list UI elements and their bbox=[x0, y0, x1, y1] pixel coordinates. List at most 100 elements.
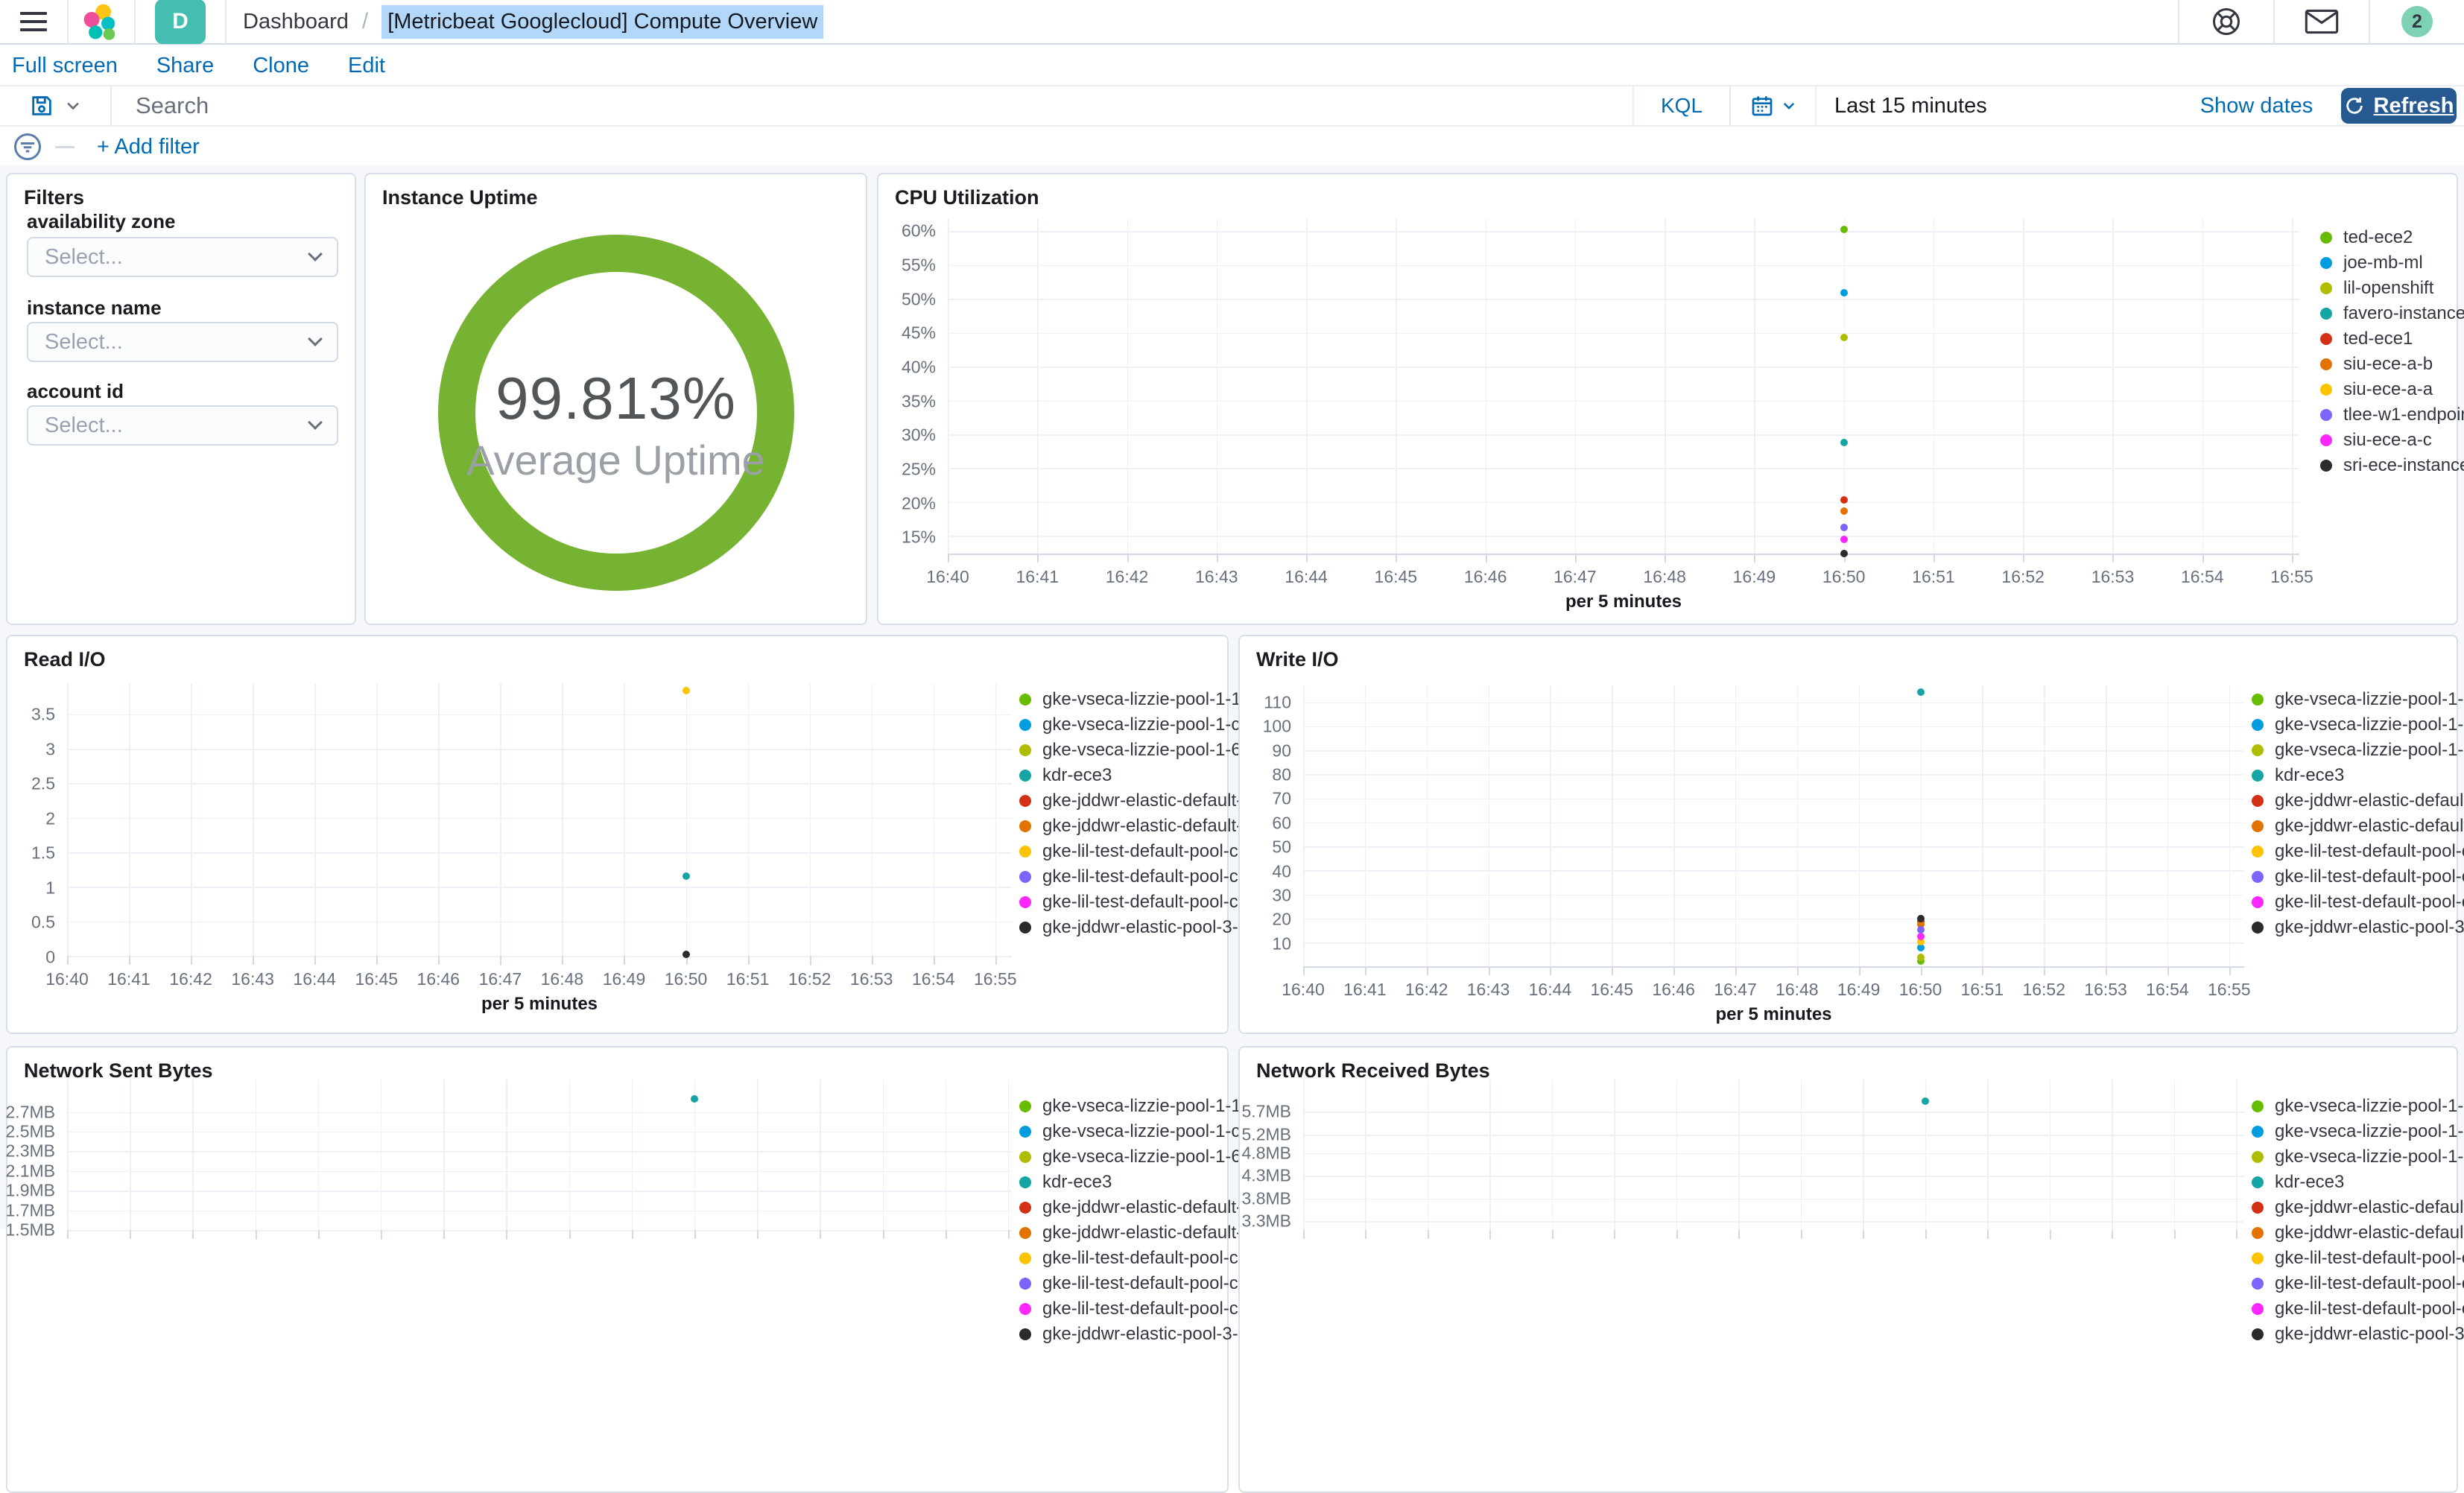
legend-item-gke-vseca-lizzie-pool-1-c417...[interactable]: gke-vseca-lizzie-pool-1-c417... bbox=[2252, 1119, 2464, 1144]
legend-item-gke-lil-test-default-pool-c1e...[interactable]: gke-lil-test-default-pool-c1e... bbox=[1019, 1296, 1273, 1322]
legend-item-gke-jddwr-elastic-default-po...[interactable]: gke-jddwr-elastic-default-po... bbox=[2252, 1220, 2464, 1246]
clone-link[interactable]: Clone bbox=[253, 54, 309, 78]
legend-item-gke-jddwr-elastic-default-po...[interactable]: gke-jddwr-elastic-default-po... bbox=[1019, 1195, 1277, 1220]
edit-link[interactable]: Edit bbox=[348, 54, 385, 78]
legend-item-gke-jddwr-elastic-default-po...[interactable]: gke-jddwr-elastic-default-po... bbox=[1019, 788, 1277, 814]
legend-item-siu-ece-a-c[interactable]: siu-ece-a-c bbox=[2320, 428, 2454, 453]
data-point-kdr-ece3[interactable] bbox=[1916, 688, 1925, 697]
legend-item-gke-lil-test-default-pool-c1e...[interactable]: gke-lil-test-default-pool-c1e... bbox=[1019, 890, 1273, 915]
legend-item-gke-jddwr-elastic-pool-3-74...[interactable]: gke-jddwr-elastic-pool-3-74... bbox=[1019, 915, 1273, 940]
legend-item-gke-vseca-lizzie-pool-1-c417...[interactable]: gke-vseca-lizzie-pool-1-c417... bbox=[2252, 712, 2464, 738]
legend-item-gke-vseca-lizzie-pool-1-1877...[interactable]: gke-vseca-lizzie-pool-1-1877... bbox=[2252, 687, 2464, 712]
legend-item-gke-lil-test-default-pool-c1e...[interactable]: gke-lil-test-default-pool-c1e... bbox=[1019, 1271, 1273, 1296]
data-point-kdr-ece3[interactable] bbox=[682, 872, 690, 881]
legend-item-gke-vseca-lizzie-pool-1-630...[interactable]: gke-vseca-lizzie-pool-1-630... bbox=[1019, 738, 1276, 763]
account-id-select[interactable]: Select... bbox=[27, 405, 338, 446]
legend-item-siu-ece-a-a[interactable]: siu-ece-a-a bbox=[2320, 377, 2454, 402]
plot-area[interactable] bbox=[1303, 1080, 2244, 1239]
saved-query-menu-button[interactable] bbox=[0, 86, 112, 125]
add-filter-button[interactable]: + Add filter bbox=[97, 135, 200, 159]
data-point-ted-ece1[interactable] bbox=[1840, 496, 1848, 504]
data-point-ted-ece2[interactable] bbox=[1840, 226, 1848, 234]
legend-label: siu-ece-a-c bbox=[2343, 430, 2432, 450]
data-point-gke-jddwr-elastic-pool-3-74...[interactable] bbox=[682, 951, 690, 959]
legend-item-kdr-ece3[interactable]: kdr-ece3 bbox=[1019, 763, 1224, 788]
legend-item-gke-lil-test-default-pool-c1e...[interactable]: gke-lil-test-default-pool-c1e... bbox=[2252, 1271, 2464, 1296]
data-point-kdr-ece3[interactable] bbox=[690, 1095, 698, 1103]
user-avatar[interactable]: 2 bbox=[2369, 0, 2464, 44]
legend-item-tlee-w1-endpoint[interactable]: tlee-w1-endpoint bbox=[2320, 402, 2464, 428]
legend-item-gke-jddwr-elastic-default-po...[interactable]: gke-jddwr-elastic-default-po... bbox=[2252, 1195, 2464, 1220]
time-range-value[interactable]: Last 15 minutes bbox=[1817, 94, 1987, 118]
plot-area[interactable] bbox=[67, 683, 1012, 965]
legend-item-gke-lil-test-default-pool-c1e...[interactable]: gke-lil-test-default-pool-c1e... bbox=[1019, 864, 1273, 890]
legend-item-gke-vseca-lizzie-pool-1-1877...[interactable]: gke-vseca-lizzie-pool-1-1877... bbox=[1019, 687, 1286, 712]
legend-item-gke-lil-test-default-pool-c1e...[interactable]: gke-lil-test-default-pool-c1e... bbox=[2252, 864, 2464, 890]
show-dates-button[interactable]: Show dates bbox=[2176, 86, 2337, 125]
legend-item-kdr-ece3[interactable]: kdr-ece3 bbox=[2252, 1170, 2454, 1195]
breadcrumb-dashboard[interactable]: Dashboard bbox=[243, 10, 349, 34]
legend-item-ted-ece1[interactable]: ted-ece1 bbox=[2320, 326, 2454, 352]
data-point-tlee-w1-endpoint[interactable] bbox=[1840, 524, 1848, 532]
data-point-gke-lil-test-default-pool-c1e...[interactable] bbox=[682, 687, 690, 695]
query-language-button[interactable]: KQL bbox=[1632, 86, 1729, 125]
plot-area[interactable] bbox=[1303, 685, 2244, 975]
elastic-logo-icon[interactable] bbox=[69, 0, 134, 44]
search-input[interactable]: Search bbox=[112, 86, 1632, 125]
legend-item-gke-jddwr-elastic-default-po...[interactable]: gke-jddwr-elastic-default-po... bbox=[1019, 1220, 1277, 1246]
full-screen-link[interactable]: Full screen bbox=[12, 54, 118, 78]
legend-item-gke-lil-test-default-pool-c1e...[interactable]: gke-lil-test-default-pool-c1e... bbox=[2252, 839, 2464, 864]
data-point-siu-ece-a-c[interactable] bbox=[1840, 535, 1848, 543]
data-point-gke-jddwr-elastic-pool-3-74...[interactable] bbox=[1916, 914, 1925, 922]
data-point-gke-vseca-lizzie-pool-1-630...[interactable] bbox=[1916, 953, 1925, 961]
legend-item-gke-vseca-lizzie-pool-1-1877...[interactable]: gke-vseca-lizzie-pool-1-1877... bbox=[2252, 1094, 2464, 1119]
legend-item-lil-openshift[interactable]: lil-openshift bbox=[2320, 276, 2454, 301]
legend-item-gke-vseca-lizzie-pool-1-c417...[interactable]: gke-vseca-lizzie-pool-1-c417... bbox=[1019, 1119, 1285, 1144]
data-point-favero-instance[interactable] bbox=[1840, 438, 1848, 446]
legend-item-gke-jddwr-elastic-default-po...[interactable]: gke-jddwr-elastic-default-po... bbox=[1019, 814, 1277, 839]
legend-item-gke-lil-test-default-pool-c1e...[interactable]: gke-lil-test-default-pool-c1e... bbox=[1019, 839, 1273, 864]
legend-item-joe-mb-ml[interactable]: joe-mb-ml bbox=[2320, 250, 2454, 276]
legend-item-sri-ece-instance[interactable]: sri-ece-instance bbox=[2320, 453, 2464, 478]
legend-item-gke-vseca-lizzie-pool-1-630...[interactable]: gke-vseca-lizzie-pool-1-630... bbox=[2252, 1144, 2464, 1170]
legend-item-gke-vseca-lizzie-pool-1-630...[interactable]: gke-vseca-lizzie-pool-1-630... bbox=[2252, 738, 2464, 763]
data-point-gke-lil-test-default-pool-c1e...[interactable] bbox=[1916, 932, 1925, 940]
share-link[interactable]: Share bbox=[156, 54, 214, 78]
instance-name-select[interactable]: Select... bbox=[27, 322, 338, 362]
refresh-button[interactable]: Refresh bbox=[2341, 88, 2457, 124]
x-tick-mark bbox=[1735, 966, 1737, 975]
v-gridline bbox=[1426, 685, 1428, 966]
availability-zone-select[interactable]: Select... bbox=[27, 237, 338, 277]
calendar-menu-button[interactable] bbox=[1731, 86, 1817, 125]
legend-item-gke-lil-test-default-pool-c1e...[interactable]: gke-lil-test-default-pool-c1e... bbox=[2252, 890, 2464, 915]
legend-item-gke-lil-test-default-pool-c1e...[interactable]: gke-lil-test-default-pool-c1e... bbox=[2252, 1246, 2464, 1271]
legend-item-gke-jddwr-elastic-pool-3-74...[interactable]: gke-jddwr-elastic-pool-3-74... bbox=[1019, 1322, 1273, 1347]
legend-item-gke-jddwr-elastic-pool-3-74...[interactable]: gke-jddwr-elastic-pool-3-74... bbox=[2252, 1322, 2464, 1347]
legend-item-gke-lil-test-default-pool-c1e...[interactable]: gke-lil-test-default-pool-c1e... bbox=[2252, 1296, 2464, 1322]
data-point-joe-mb-ml[interactable] bbox=[1840, 289, 1848, 297]
page-title[interactable]: [Metricbeat Googlecloud] Compute Overvie… bbox=[381, 4, 824, 39]
data-point-lil-openshift[interactable] bbox=[1840, 334, 1848, 341]
data-point-sri-ece-instance[interactable] bbox=[1840, 550, 1848, 557]
legend-item-gke-vseca-lizzie-pool-1-1877...[interactable]: gke-vseca-lizzie-pool-1-1877... bbox=[1019, 1094, 1286, 1119]
plot-area[interactable] bbox=[67, 1080, 1012, 1239]
space-avatar[interactable]: D bbox=[153, 0, 207, 44]
data-point-siu-ece-a-b[interactable] bbox=[1840, 507, 1848, 515]
legend-item-gke-jddwr-elastic-pool-3-74...[interactable]: gke-jddwr-elastic-pool-3-74... bbox=[2252, 915, 2464, 940]
legend-item-gke-vseca-lizzie-pool-1-c417...[interactable]: gke-vseca-lizzie-pool-1-c417... bbox=[1019, 712, 1285, 738]
legend-item-gke-jddwr-elastic-default-po...[interactable]: gke-jddwr-elastic-default-po... bbox=[2252, 788, 2464, 814]
legend-item-ted-ece2[interactable]: ted-ece2 bbox=[2320, 225, 2454, 250]
data-point-kdr-ece3[interactable] bbox=[1921, 1097, 1929, 1106]
legend-item-gke-lil-test-default-pool-c1e...[interactable]: gke-lil-test-default-pool-c1e... bbox=[1019, 1246, 1273, 1271]
notifications-icon[interactable] bbox=[2273, 0, 2369, 44]
legend-item-kdr-ece3[interactable]: kdr-ece3 bbox=[1019, 1170, 1224, 1195]
help-icon[interactable] bbox=[2178, 0, 2273, 44]
menu-icon[interactable] bbox=[0, 0, 67, 44]
legend-item-gke-jddwr-elastic-default-po...[interactable]: gke-jddwr-elastic-default-po... bbox=[2252, 814, 2464, 839]
legend-item-favero-instance[interactable]: favero-instance bbox=[2320, 301, 2464, 326]
legend-item-gke-vseca-lizzie-pool-1-630...[interactable]: gke-vseca-lizzie-pool-1-630... bbox=[1019, 1144, 1276, 1170]
legend-item-siu-ece-a-b[interactable]: siu-ece-a-b bbox=[2320, 352, 2454, 377]
plot-area[interactable] bbox=[948, 218, 2299, 562]
legend-label: siu-ece-a-a bbox=[2343, 379, 2433, 399]
legend-item-kdr-ece3[interactable]: kdr-ece3 bbox=[2252, 763, 2454, 788]
